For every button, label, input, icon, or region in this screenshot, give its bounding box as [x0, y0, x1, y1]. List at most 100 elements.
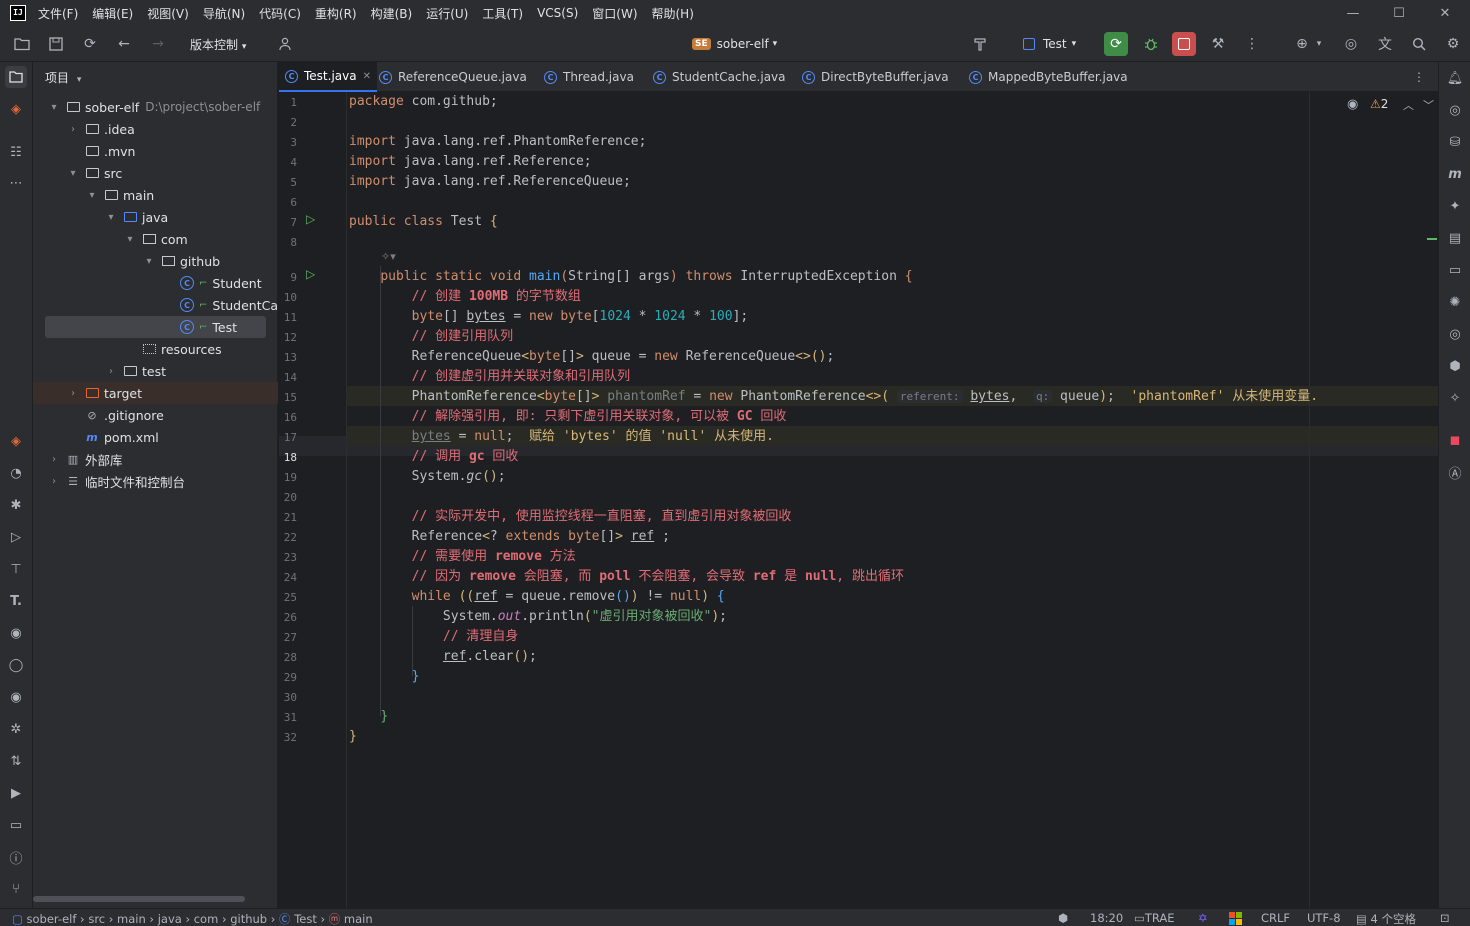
menu-build[interactable]: 构建(B): [371, 5, 413, 22]
build-tool-icon[interactable]: ⚒: [1207, 33, 1229, 55]
expand-arrow-icon[interactable]: ▾: [104, 212, 118, 223]
comments-icon[interactable]: ◯: [5, 654, 27, 676]
menu-code[interactable]: 代码(C): [259, 5, 301, 22]
minimize-icon[interactable]: —: [1330, 0, 1376, 26]
expand-arrow-icon[interactable]: ▾: [66, 168, 80, 179]
project-folder-icon[interactable]: [5, 66, 27, 88]
expand-arrow-icon[interactable]: ›: [47, 476, 61, 487]
maximize-icon[interactable]: ☐: [1376, 0, 1422, 26]
todo-icon[interactable]: T.: [5, 590, 27, 612]
close-tab-icon[interactable]: ✕: [363, 71, 371, 82]
tree-item[interactable]: C ⌐ StudentCa: [33, 294, 278, 316]
notifications-bell-icon[interactable]: 🔔︎: [1444, 67, 1466, 89]
project-selector[interactable]: SE sober-elf ▾: [692, 34, 777, 54]
git-icon[interactable]: ⑂: [5, 878, 27, 900]
endpoints-icon[interactable]: ⇅: [5, 750, 27, 772]
breadcrumb-item[interactable]: sober-elf: [27, 912, 77, 926]
horizontal-scrollbar[interactable]: [33, 896, 245, 902]
structure-icon[interactable]: ☷: [5, 141, 27, 163]
menu-view[interactable]: 视图(V): [147, 5, 189, 22]
app-logo-icon[interactable]: IJ: [10, 5, 26, 21]
expand-arrow-icon[interactable]: ›: [66, 124, 80, 135]
vcs-menu[interactable]: 版本控制 ▾: [190, 36, 246, 53]
tree-item[interactable]: › target: [33, 382, 278, 404]
font-icon[interactable]: Ⓐ: [1444, 461, 1466, 483]
terminal-icon[interactable]: ▭: [5, 814, 27, 836]
problems-warning-icon[interactable]: ⓘ: [5, 846, 27, 868]
tree-item[interactable]: ▾ main: [33, 184, 278, 206]
preview-eye-icon[interactable]: ◉: [5, 686, 27, 708]
menu-file[interactable]: 文件(F): [38, 5, 78, 22]
rerun-icon[interactable]: ⟳: [1104, 32, 1128, 56]
tree-item[interactable]: ▾ java: [33, 206, 278, 228]
tree-item[interactable]: m pom.xml: [33, 426, 278, 448]
project-panel-header[interactable]: 项目 ▾: [45, 69, 81, 86]
back-icon[interactable]: ←: [113, 33, 135, 55]
tab-referencequeue-java[interactable]: C ReferenceQueue.java: [373, 62, 533, 92]
stop-icon[interactable]: [1172, 32, 1196, 56]
profiler-icon[interactable]: ◔: [5, 462, 27, 484]
plugin-icon[interactable]: ◈: [5, 98, 27, 120]
tree-item[interactable]: › ▥ 外部库: [33, 448, 278, 470]
expand-arrow-icon[interactable]: ▾: [47, 102, 61, 113]
trae-widget[interactable]: ▭TRAE: [1134, 911, 1175, 925]
debug-bug-icon[interactable]: ✱: [5, 494, 27, 516]
tree-item[interactable]: › ☰ 临时文件和控制台: [33, 470, 278, 492]
breadcrumb-item[interactable]: Test: [294, 912, 317, 926]
breadcrumb-item[interactable]: com: [194, 912, 219, 926]
bird-icon[interactable]: ✧: [1444, 387, 1466, 409]
breadcrumb-item[interactable]: src: [88, 912, 105, 926]
tree-item[interactable]: ⊘ .gitignore: [33, 404, 278, 426]
tree-item[interactable]: › test: [33, 360, 278, 382]
windows-logo-icon[interactable]: [1229, 912, 1242, 925]
breadcrumb-item[interactable]: java: [158, 912, 182, 926]
ai-assistant-icon[interactable]: ◎: [1340, 33, 1362, 55]
previous-highlight-icon[interactable]: ︿: [1403, 97, 1414, 113]
search-icon[interactable]: [1408, 33, 1430, 55]
indent-widget[interactable]: ▤ 4 个空格: [1356, 911, 1416, 926]
maven-icon[interactable]: m: [1444, 163, 1466, 185]
tree-item[interactable]: ▾ github: [33, 250, 278, 272]
plugin-2-icon[interactable]: ◈: [5, 430, 27, 452]
add-user-icon[interactable]: [275, 33, 297, 55]
gear-status-icon[interactable]: ⬢: [1058, 911, 1068, 925]
tree-item[interactable]: .mvn: [33, 140, 278, 162]
tree-item[interactable]: C ⌐ Test: [45, 316, 266, 338]
sync-icon[interactable]: ⟳: [79, 33, 101, 55]
tab-mappedbytebuffer-java[interactable]: C MappedByteBuffer.java: [963, 62, 1134, 92]
run-main-icon[interactable]: ▷: [306, 267, 315, 281]
tree-item[interactable]: C ⌐ Student: [33, 272, 278, 294]
red-app-icon[interactable]: ◼: [1444, 429, 1466, 451]
menu-window[interactable]: 窗口(W): [592, 5, 637, 22]
next-highlight-icon[interactable]: ﹀: [1423, 97, 1434, 113]
close-window-icon[interactable]: ✕: [1422, 0, 1468, 26]
hexagon-icon[interactable]: ⬢: [1444, 355, 1466, 377]
forward-icon[interactable]: →: [147, 33, 169, 55]
tab-studentcache-java[interactable]: C StudentCache.java: [647, 62, 792, 92]
menu-navigate[interactable]: 导航(N): [203, 5, 245, 22]
chevron-down-icon[interactable]: ▾: [1313, 33, 1325, 55]
menu-refactor[interactable]: 重构(R): [315, 5, 357, 22]
line-separator[interactable]: CRLF: [1261, 911, 1290, 925]
ai-chat-icon[interactable]: ◎: [1444, 99, 1466, 121]
expand-arrow-icon[interactable]: ›: [47, 454, 61, 465]
tree-item[interactable]: ▾ com: [33, 228, 278, 250]
gradle-icon[interactable]: ✦: [1444, 195, 1466, 217]
menu-help[interactable]: 帮助(H): [652, 5, 694, 22]
services-icon[interactable]: ◉: [5, 622, 27, 644]
warnings-indicator[interactable]: ⚠2: [1370, 97, 1388, 111]
cursor-position[interactable]: 18:20: [1090, 911, 1123, 925]
menu-edit[interactable]: 编辑(E): [92, 5, 133, 22]
hammer-icon[interactable]: [969, 33, 991, 55]
expand-arrow-icon[interactable]: ›: [66, 388, 80, 399]
breadcrumb-item[interactable]: github: [230, 912, 267, 926]
update-icon[interactable]: ⊕: [1291, 33, 1313, 55]
reader-mode-eye-icon[interactable]: ◉: [1347, 97, 1358, 112]
code-editor[interactable]: 1 2 3 4 5 6 7 8 9 10 11 12 13 14 15 16 17 18 19 20 21 22 23 24 2…: [279, 92, 1438, 908]
more-horizontal-icon[interactable]: ⋯: [5, 172, 27, 194]
translate-icon[interactable]: 文: [1374, 33, 1396, 55]
tree-item[interactable]: › .idea: [33, 118, 278, 140]
run-class-icon[interactable]: ▷: [306, 212, 315, 226]
more-vertical-icon[interactable]: ⋮: [1241, 33, 1263, 55]
settings-gear-icon[interactable]: ⚙: [1442, 33, 1464, 55]
